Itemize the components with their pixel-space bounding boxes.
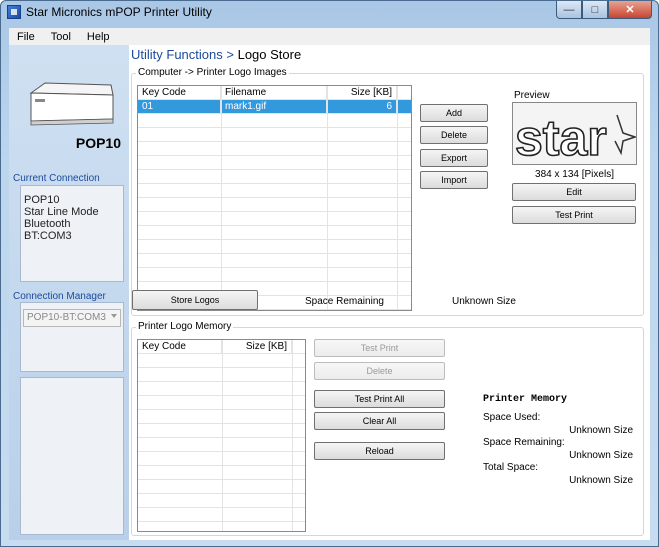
- printer-icon: [29, 82, 114, 126]
- table-row-empty: [138, 114, 411, 128]
- space-remaining-label: Space Remaining: [305, 296, 384, 307]
- connection-manager-panel: POP10-BT:COM3: [20, 302, 124, 372]
- table-row-empty: [138, 156, 411, 170]
- column-header-filename[interactable]: Filename: [221, 86, 327, 100]
- table-row-empty: [138, 268, 411, 282]
- table-row-empty: [138, 184, 411, 198]
- printer-memory-heading: Printer Memory: [483, 394, 568, 405]
- maximize-button[interactable]: □: [582, 1, 608, 19]
- table-row-empty: [138, 198, 411, 212]
- space-used-label: Space Used:: [483, 412, 541, 423]
- connection-line: Bluetooth: [24, 218, 71, 230]
- test-print-button[interactable]: Test Print: [512, 206, 636, 224]
- client-area: POP10 Current Connection POP10 Star Line…: [9, 45, 650, 540]
- preview-logo-text: star: [515, 110, 607, 165]
- breadcrumb: Utility Functions > Logo Store: [131, 47, 301, 62]
- breadcrumb-section[interactable]: Utility Functions: [131, 47, 223, 62]
- breadcrumb-separator: >: [226, 47, 234, 62]
- delete-button[interactable]: Delete: [420, 126, 488, 144]
- reload-button[interactable]: Reload: [314, 442, 445, 460]
- table-row-empty: [138, 170, 411, 184]
- space-remaining-value: Unknown Size: [452, 296, 516, 307]
- close-button[interactable]: ✕: [608, 1, 652, 19]
- close-icon: ✕: [625, 4, 635, 16]
- column-header-size[interactable]: Size [KB]: [222, 340, 292, 354]
- table-row-empty: [138, 240, 411, 254]
- table-row-empty: [138, 226, 411, 240]
- import-button[interactable]: Import: [420, 171, 488, 189]
- memory-test-print-button[interactable]: Test Print: [314, 339, 445, 357]
- printer-model: POP10: [75, 135, 121, 151]
- store-logos-button[interactable]: Store Logos: [132, 290, 258, 310]
- connection-select-value: POP10-BT:COM3: [27, 312, 106, 323]
- total-space-value: Unknown Size: [569, 475, 633, 486]
- menu-bar: File Tool Help: [9, 28, 650, 45]
- connection-line: BT:COM3: [24, 230, 72, 242]
- cell-key-code: 01: [138, 100, 221, 114]
- app-icon: [7, 5, 21, 19]
- clear-all-button[interactable]: Clear All: [314, 412, 445, 430]
- sidebar-empty-panel: [20, 377, 124, 535]
- menu-file[interactable]: File: [9, 31, 43, 43]
- computer-logo-group-title: Computer -> Printer Logo Images: [136, 67, 289, 78]
- total-space-label: Total Space:: [483, 462, 539, 473]
- column-header-key-code[interactable]: Key Code: [138, 86, 221, 100]
- connection-line: POP10: [24, 194, 60, 206]
- window-title: Star Micronics mPOP Printer Utility: [26, 5, 212, 19]
- cell-filename: mark1.gif: [221, 100, 327, 114]
- export-button[interactable]: Export: [420, 149, 488, 167]
- menu-help[interactable]: Help: [79, 31, 118, 43]
- title-bar: Star Micronics mPOP Printer Utility — □ …: [1, 1, 658, 23]
- preview-size: 384 x 134 [Pixels]: [535, 169, 614, 180]
- test-print-all-button[interactable]: Test Print All: [314, 390, 445, 408]
- table-row-empty: [138, 128, 411, 142]
- breadcrumb-current: Logo Store: [237, 47, 302, 62]
- table-row-empty: [138, 212, 411, 226]
- table-row-empty: [138, 142, 411, 156]
- cell-size: 6: [327, 100, 397, 114]
- preview-label: Preview: [514, 90, 550, 101]
- maximize-icon: □: [591, 3, 599, 16]
- memory-delete-button[interactable]: Delete: [314, 362, 445, 380]
- chevron-down-icon: [111, 314, 117, 318]
- table-row[interactable]: 01 mark1.gif 6: [138, 100, 411, 114]
- minimize-button[interactable]: —: [556, 1, 582, 19]
- table-header: Key Code Filename Size [KB]: [138, 86, 411, 100]
- table-row-empty: [138, 254, 411, 268]
- column-header-size[interactable]: Size [KB]: [327, 86, 397, 100]
- printer-memory-group-title: Printer Logo Memory: [136, 321, 234, 332]
- memory-space-remaining-label: Space Remaining:: [483, 437, 565, 448]
- logo-preview: star: [512, 102, 637, 165]
- menu-tool[interactable]: Tool: [43, 31, 79, 43]
- sidebar: POP10 Current Connection POP10 Star Line…: [9, 45, 129, 540]
- star-logo-image: star: [513, 103, 636, 165]
- connection-select[interactable]: POP10-BT:COM3: [23, 309, 121, 327]
- connection-manager-label: Connection Manager: [13, 291, 106, 302]
- printer-logo-table: Key Code Size [KB]: [137, 339, 306, 532]
- minimize-icon: —: [563, 3, 575, 16]
- space-used-value: Unknown Size: [569, 425, 633, 436]
- connection-line: Star Line Mode: [24, 206, 99, 218]
- column-header-key-code[interactable]: Key Code: [138, 340, 222, 354]
- current-connection-label: Current Connection: [13, 173, 100, 184]
- connection-info-panel: POP10 Star Line Mode Bluetooth BT:COM3: [20, 185, 124, 282]
- add-button[interactable]: Add: [420, 104, 488, 122]
- memory-space-remaining-value: Unknown Size: [569, 450, 633, 461]
- window-controls: — □ ✕: [556, 1, 652, 19]
- edit-button[interactable]: Edit: [512, 183, 636, 201]
- app-window: Star Micronics mPOP Printer Utility — □ …: [0, 0, 659, 547]
- computer-logo-table: Key Code Filename Size [KB] 01 mark1.gif…: [137, 85, 412, 311]
